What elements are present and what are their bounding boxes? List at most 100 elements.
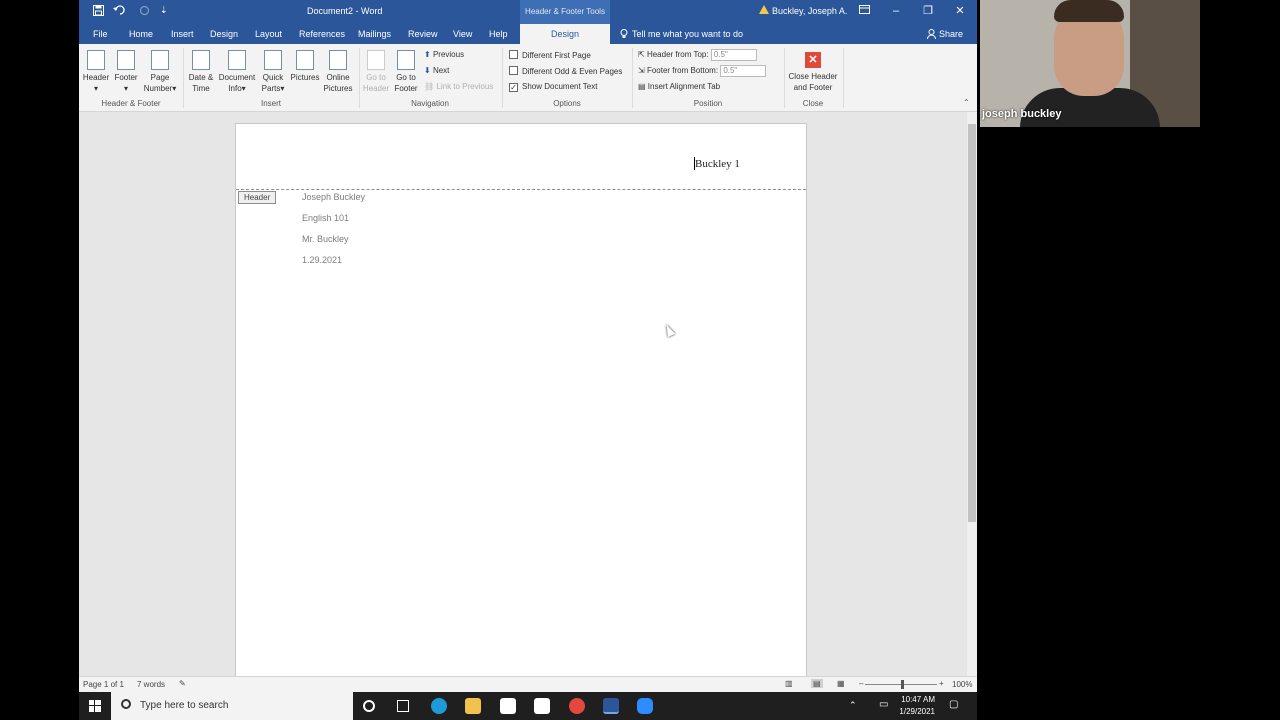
share-button[interactable]: Share <box>939 29 963 39</box>
webcam-person-hair <box>1054 0 1124 22</box>
customize-toolbar-icon[interactable]: ⇣ <box>160 5 168 16</box>
body-line-course[interactable]: English 101 <box>302 213 349 223</box>
tab-references[interactable]: References <box>299 29 345 39</box>
checkbox-unchecked <box>509 66 518 75</box>
footer-button[interactable]: Footer ▾ <box>111 50 141 94</box>
minimize-icon[interactable]: – <box>889 4 903 18</box>
different-first-page-checkbox[interactable]: Different First Page <box>509 50 591 60</box>
page-count[interactable]: Page 1 of 1 <box>83 680 124 689</box>
header-button[interactable]: Header ▾ <box>81 50 111 94</box>
file-explorer-icon[interactable] <box>465 698 481 714</box>
header-from-top-spinner[interactable]: 0.5" <box>710 49 757 61</box>
print-layout-icon[interactable]: ▤ <box>811 679 823 688</box>
taskbar-search-box[interactable]: Type here to search <box>111 692 353 720</box>
date-time-button[interactable]: Date & Time <box>185 50 217 94</box>
zoom-level[interactable]: 100% <box>952 680 972 689</box>
zoom-in-icon[interactable]: + <box>939 679 944 688</box>
date-time-label-2: Time <box>192 84 210 93</box>
collapse-ribbon-icon[interactable]: ⌃ <box>963 98 970 107</box>
header-boundary-line <box>236 189 806 190</box>
header-from-top-row: ⇱ Header from Top: 0.5" <box>638 49 757 61</box>
body-line-date[interactable]: 1.29.2021 <box>302 255 342 265</box>
tab-help[interactable]: Help <box>489 29 508 39</box>
scrollbar-thumb[interactable] <box>968 124 976 522</box>
notifications-icon[interactable]: ▢ <box>949 699 958 710</box>
ribbon-divider <box>843 48 844 108</box>
save-icon[interactable] <box>93 5 104 18</box>
ribbon-display-options-icon[interactable] <box>857 4 871 18</box>
document-info-label-2: Info <box>228 84 242 93</box>
quick-parts-button[interactable]: Quick Parts▾ <box>258 50 288 94</box>
go-to-header-label-2: Header <box>362 84 390 93</box>
vertical-scrollbar[interactable] <box>967 112 977 676</box>
group-navigation-label: Navigation <box>411 99 449 108</box>
web-layout-icon[interactable]: ▦ <box>837 679 845 688</box>
different-first-page-label: Different First Page <box>522 51 591 60</box>
header-text[interactable]: Buckley 1 <box>695 158 740 170</box>
picture-icon <box>296 50 314 70</box>
insert-alignment-tab-button[interactable]: ▤ Insert Alignment Tab <box>638 82 720 91</box>
start-button[interactable] <box>79 692 111 720</box>
document-area: Buckley 1 Header Joseph Buckley English … <box>79 112 967 683</box>
different-odd-even-checkbox[interactable]: Different Odd & Even Pages <box>509 66 622 76</box>
page-number-button[interactable]: Page Number▾ <box>141 50 179 94</box>
show-document-text-checkbox[interactable]: ✓ Show Document Text <box>509 82 597 92</box>
body-line-name[interactable]: Joseph Buckley <box>302 192 365 202</box>
close-header-footer-label-2: and Footer <box>793 83 833 92</box>
tab-insert[interactable]: Insert <box>171 29 194 39</box>
undo-icon[interactable] <box>113 5 127 18</box>
tab-home[interactable]: Home <box>129 29 153 39</box>
search-icon <box>121 699 131 709</box>
tab-layout[interactable]: Layout <box>255 29 282 39</box>
context-tab-group-label: Header & Footer Tools <box>520 0 610 24</box>
word-taskbar-icon[interactable] <box>603 698 619 714</box>
title-bar: ⇣ Document2 - Word Header & Footer Tools… <box>79 0 977 24</box>
proofing-icon[interactable]: ✎ <box>179 679 186 688</box>
zoom-app-icon[interactable] <box>637 698 653 714</box>
body-line-instructor[interactable]: Mr. Buckley <box>302 234 349 244</box>
tell-me-search[interactable]: Tell me what you want to do <box>632 29 743 39</box>
tab-design[interactable]: Design <box>210 29 238 39</box>
taskbar-clock-date[interactable]: 1/29/2021 <box>883 707 935 716</box>
word-count[interactable]: 7 words <box>137 680 165 689</box>
footer-from-bottom-spinner[interactable]: 0.5" <box>720 65 767 77</box>
chrome-icon[interactable] <box>569 698 585 714</box>
tab-header-footer-design[interactable]: Design <box>520 24 610 44</box>
date-time-label-1: Date & <box>188 73 214 82</box>
document-info-button[interactable]: Document Info▾ <box>217 50 257 94</box>
link-to-previous-button[interactable]: ⛓ Link to Previous <box>424 82 493 91</box>
footer-position-icon: ⇲ <box>638 66 647 76</box>
tab-view[interactable]: View <box>453 29 472 39</box>
show-hidden-icons-icon[interactable]: ⌃ <box>849 700 857 711</box>
close-header-footer-button[interactable]: ✕ Close Header and Footer <box>785 52 841 93</box>
online-pictures-button[interactable]: Online Pictures <box>322 50 354 94</box>
close-window-icon[interactable]: ✕ <box>953 4 967 18</box>
tab-file[interactable]: File <box>93 29 108 39</box>
document-page[interactable]: Buckley 1 Header Joseph Buckley English … <box>235 123 807 683</box>
pictures-button[interactable]: Pictures <box>288 50 322 83</box>
tab-review[interactable]: Review <box>408 29 438 39</box>
zoom-out-icon[interactable]: – <box>859 679 863 688</box>
tab-mailings[interactable]: Mailings <box>358 29 391 39</box>
insert-alignment-tab-label: Insert Alignment Tab <box>647 82 721 91</box>
account-name[interactable]: Buckley, Joseph A. <box>772 6 847 16</box>
store-icon[interactable] <box>500 698 516 714</box>
edge-icon[interactable] <box>431 698 447 714</box>
task-view-icon[interactable] <box>397 700 409 712</box>
zoom-slider-thumb[interactable] <box>901 680 904 689</box>
windows-taskbar: Type here to search ⌃ ▭ 10:47 AM 1/29/20… <box>79 692 977 720</box>
cortana-icon[interactable] <box>363 700 375 712</box>
redo-icon[interactable] <box>139 5 150 18</box>
read-mode-icon[interactable]: ▥ <box>785 679 793 688</box>
go-to-footer-button[interactable]: Go to Footer <box>391 50 421 94</box>
next-button[interactable]: ⬇ Next <box>424 66 449 75</box>
restore-icon[interactable]: ❐ <box>921 4 935 18</box>
online-pictures-label-1: Online <box>326 73 350 82</box>
go-to-header-button[interactable]: Go to Header <box>362 50 390 94</box>
previous-button[interactable]: ⬆ Previous <box>424 50 464 59</box>
mail-icon[interactable] <box>534 698 550 714</box>
footer-from-bottom-row: ⇲ Footer from Bottom: 0.5" <box>638 65 767 77</box>
ribbon-tabs: File Home Insert Design Layout Reference… <box>79 24 977 44</box>
page-number-label-1: Page <box>150 73 170 82</box>
taskbar-clock-time[interactable]: 10:47 AM <box>883 695 935 704</box>
